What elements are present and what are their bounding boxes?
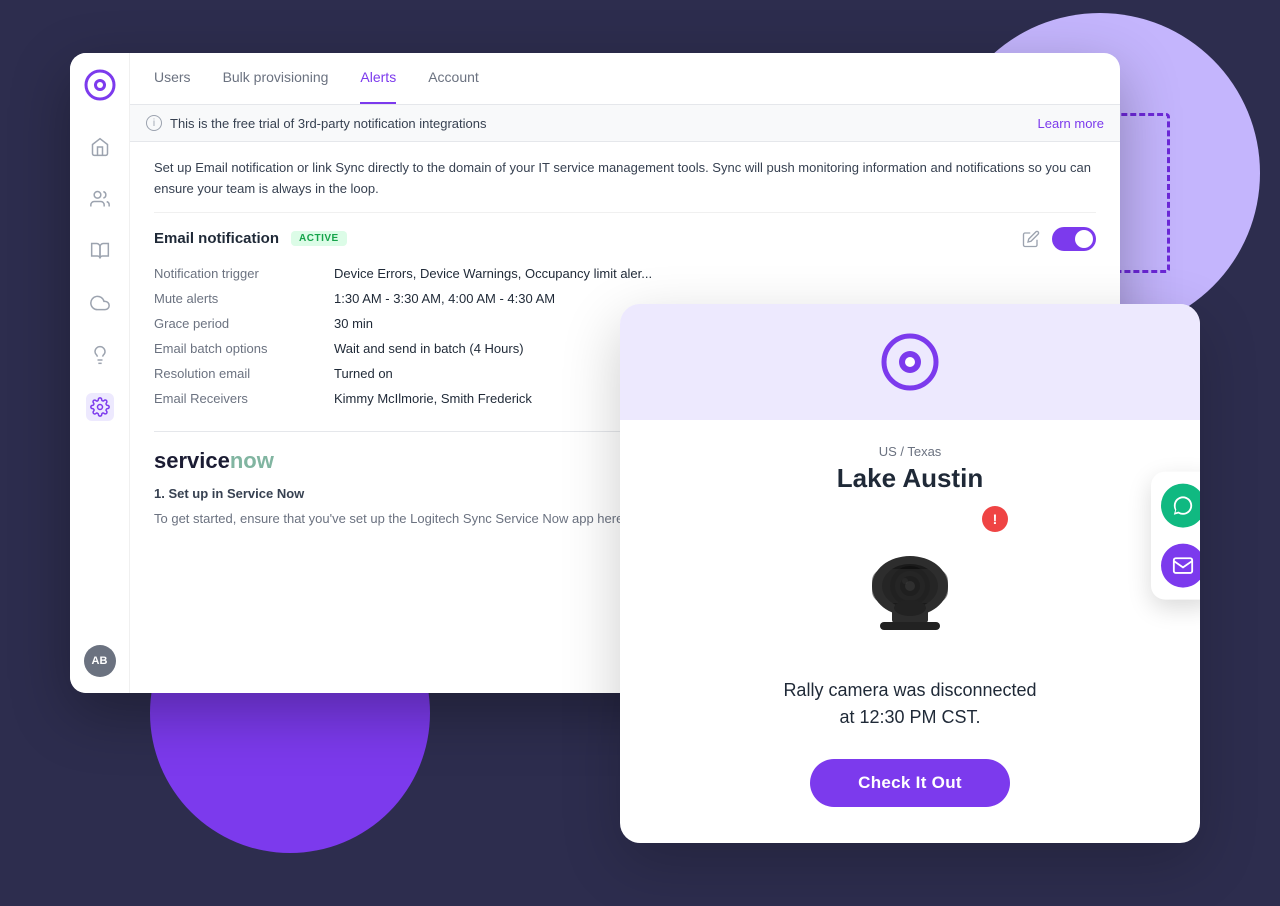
label-resolution-email: Resolution email [154, 361, 334, 386]
sidebar-item-lightbulb[interactable] [86, 341, 114, 369]
info-banner-text: This is the free trial of 3rd-party noti… [170, 116, 486, 131]
sidebar-item-home[interactable] [86, 133, 114, 161]
active-badge: ACTIVE [291, 231, 347, 246]
learn-more-link[interactable]: Learn more [1038, 116, 1104, 131]
chat-icon-button[interactable] [1161, 483, 1200, 527]
user-avatar[interactable]: AB [84, 645, 116, 677]
sidebar-item-contacts[interactable] [86, 185, 114, 213]
description-text: Set up Email notification or link Sync d… [154, 142, 1096, 212]
location-text: US / Texas [879, 444, 942, 459]
camera-body: ! [820, 514, 1000, 649]
room-name: Lake Austin [837, 463, 983, 494]
label-grace-period: Grace period [154, 311, 334, 336]
section-actions [1022, 227, 1096, 251]
sidebar-item-book[interactable] [86, 237, 114, 265]
email-section-header: Email notification ACTIVE [154, 212, 1096, 261]
tab-bulk-provisioning[interactable]: Bulk provisioning [223, 53, 329, 104]
notification-logo [880, 332, 940, 392]
check-it-out-button[interactable]: Check It Out [810, 759, 1010, 807]
info-icon: i [146, 115, 162, 131]
notification-card: US / Texas Lake Austin [620, 304, 1200, 843]
info-banner: i This is the free trial of 3rd-party no… [130, 105, 1120, 142]
table-row: Notification trigger Device Errors, Devi… [154, 261, 1096, 286]
email-icon-button[interactable] [1161, 543, 1200, 587]
tab-account[interactable]: Account [428, 53, 479, 104]
camera-svg [820, 514, 1000, 644]
tab-alerts[interactable]: Alerts [360, 53, 396, 104]
nav-tabs: Users Bulk provisioning Alerts Account [130, 53, 1120, 105]
label-notification-trigger: Notification trigger [154, 261, 334, 286]
sidebar-item-cloud[interactable] [86, 289, 114, 317]
label-email-receivers: Email Receivers [154, 386, 334, 411]
disconnect-message: Rally camera was disconnected at 12:30 P… [783, 677, 1036, 731]
sidebar: AB [70, 53, 130, 693]
label-mute-alerts: Mute alerts [154, 286, 334, 311]
device-image-wrapper: ! [820, 514, 1000, 649]
sidebar-item-settings[interactable] [86, 393, 114, 421]
sidebar-logo[interactable] [84, 69, 116, 101]
tab-users[interactable]: Users [154, 53, 191, 104]
email-section-title: Email notification [154, 230, 279, 247]
email-toggle[interactable] [1052, 227, 1096, 251]
edit-icon[interactable] [1022, 230, 1040, 248]
alert-badge: ! [982, 506, 1008, 532]
side-icons-panel [1151, 471, 1200, 599]
value-notification-trigger: Device Errors, Device Warnings, Occupanc… [334, 261, 1096, 286]
notification-card-header [620, 304, 1200, 420]
label-email-batch: Email batch options [154, 336, 334, 361]
notification-card-body: US / Texas Lake Austin [620, 420, 1200, 843]
